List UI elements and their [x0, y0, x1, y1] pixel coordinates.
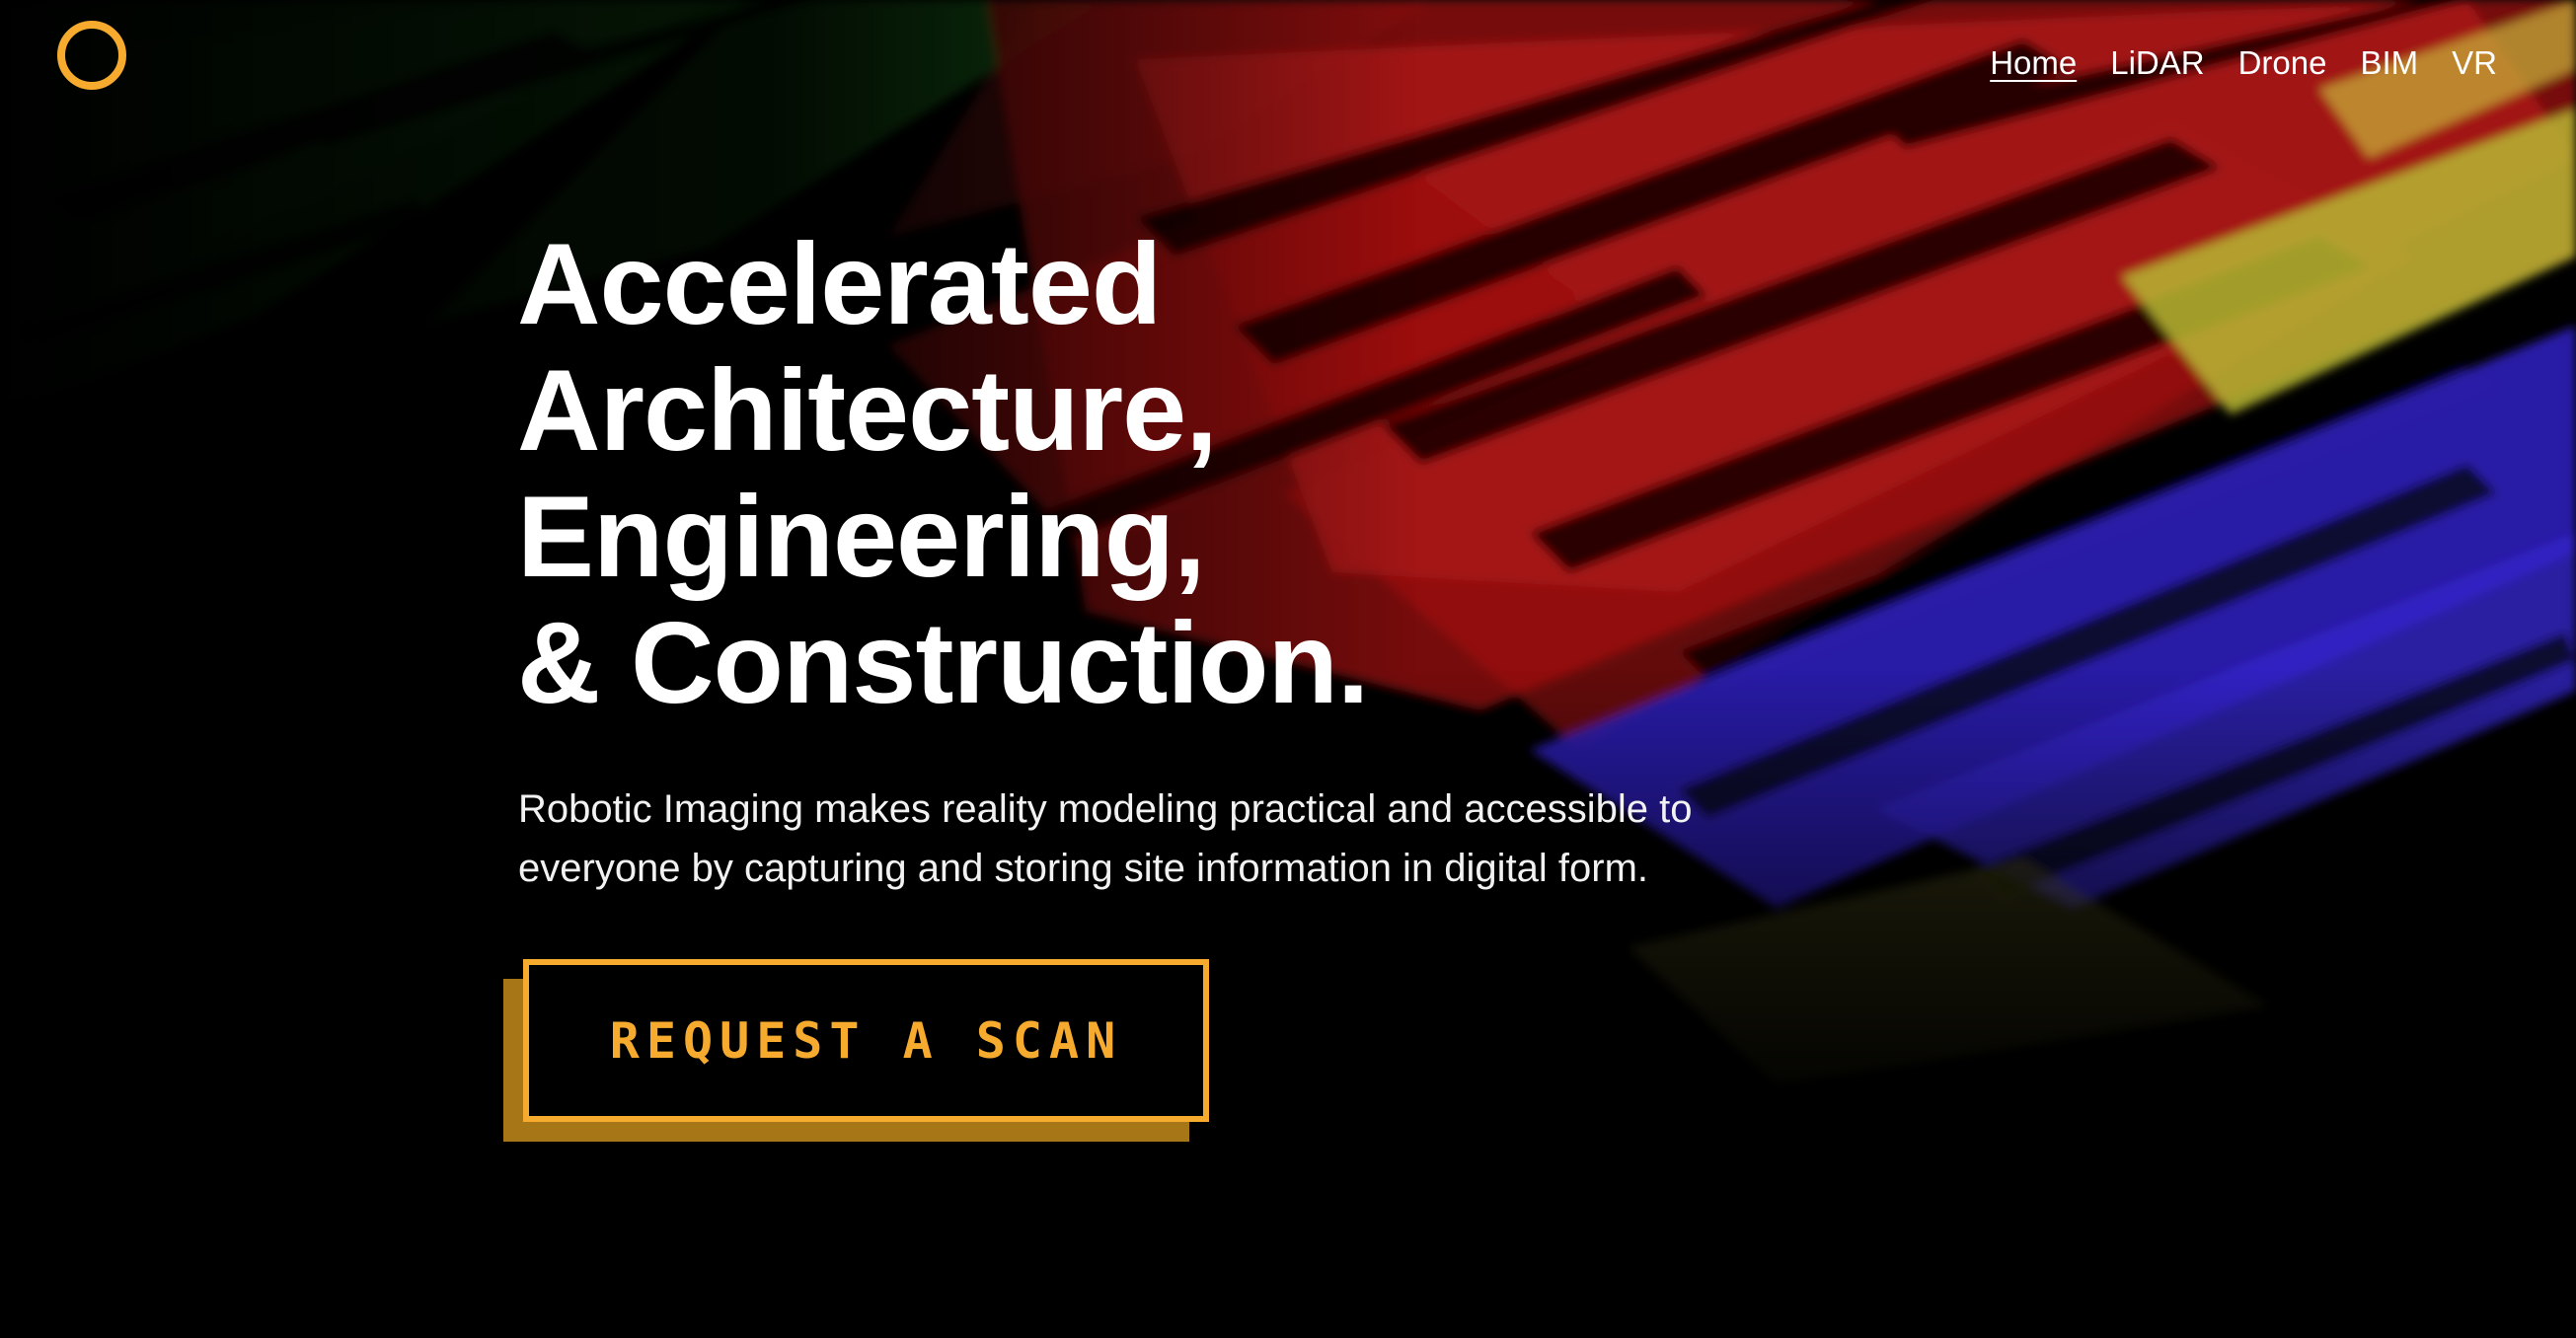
- headline-line-4: & Construction.: [517, 598, 1369, 727]
- hero-headline: Accelerated Architecture, Engineering, &…: [517, 219, 1369, 727]
- description-line-2: everyone by capturing and storing site i…: [518, 847, 1649, 890]
- main-nav: Home LiDAR Drone BIM VR: [1990, 43, 2497, 83]
- nav-drone-link[interactable]: Drone: [2238, 43, 2327, 83]
- headline-line-1: Accelerated: [517, 219, 1162, 348]
- headline-line-3: Engineering,: [517, 472, 1206, 601]
- request-scan-button[interactable]: REQUEST A SCAN: [523, 959, 1209, 1122]
- nav-bim-link[interactable]: BIM: [2360, 43, 2418, 83]
- nav-home-link[interactable]: Home: [1990, 43, 2077, 83]
- description-line-1: Robotic Imaging makes reality modeling p…: [518, 787, 1693, 831]
- headline-line-2: Architecture,: [517, 345, 1218, 475]
- ring-logo-icon[interactable]: [57, 21, 126, 90]
- hero-description: Robotic Imaging makes reality modeling p…: [518, 780, 1900, 898]
- nav-vr-link[interactable]: VR: [2452, 43, 2497, 83]
- nav-lidar-link[interactable]: LiDAR: [2110, 43, 2204, 83]
